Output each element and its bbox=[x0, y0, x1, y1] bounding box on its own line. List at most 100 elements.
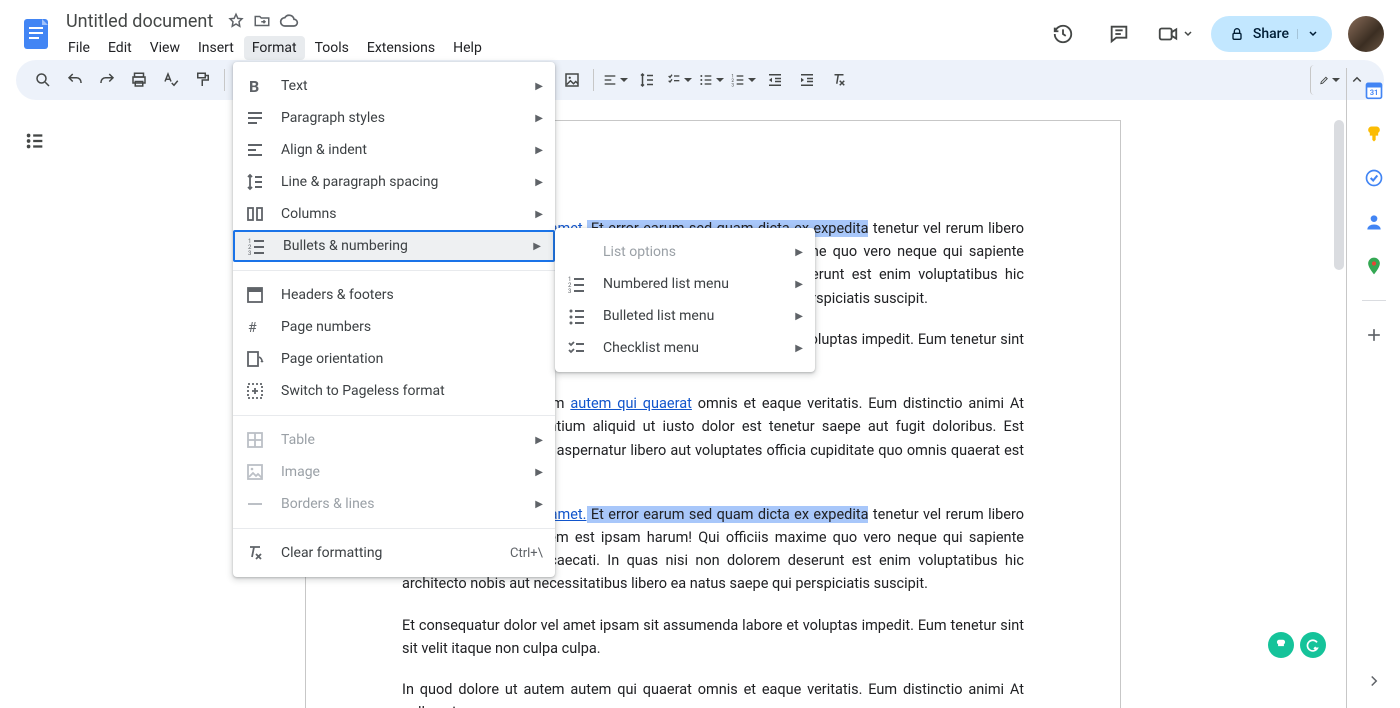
menu-item-text[interactable]: B Text ▶ bbox=[233, 70, 555, 102]
spellcheck-icon[interactable] bbox=[156, 65, 186, 95]
blank-icon bbox=[567, 242, 587, 262]
get-addons-icon[interactable] bbox=[1364, 325, 1384, 345]
menu-divider bbox=[233, 415, 555, 416]
submenu-item-checklist-menu[interactable]: Checklist menu ▶ bbox=[555, 332, 815, 364]
grammarly-badges bbox=[1268, 632, 1326, 658]
align-icon[interactable] bbox=[600, 65, 630, 95]
menu-label: Headers & footers bbox=[281, 287, 543, 303]
submenu-item-numbered-list-menu[interactable]: 123 Numbered list menu ▶ bbox=[555, 268, 815, 300]
account-avatar[interactable] bbox=[1348, 16, 1384, 52]
print-icon[interactable] bbox=[124, 65, 154, 95]
scrollbar-thumb[interactable] bbox=[1334, 120, 1344, 270]
menu-label: Paragraph styles bbox=[281, 110, 535, 126]
bold-icon: B bbox=[245, 76, 265, 96]
menu-tools[interactable]: Tools bbox=[307, 36, 357, 60]
submenu-arrow-icon: ▶ bbox=[795, 311, 803, 322]
numbered-list-icon[interactable]: 123 bbox=[728, 65, 758, 95]
search-menus-icon[interactable] bbox=[28, 65, 58, 95]
submenu-item-bulleted-list-menu[interactable]: Bulleted list menu ▶ bbox=[555, 300, 815, 332]
submenu-arrow-icon: ▶ bbox=[535, 81, 543, 92]
header-icon bbox=[245, 285, 265, 305]
menu-divider bbox=[233, 528, 555, 529]
menu-label: Borders & lines bbox=[281, 496, 535, 512]
grammarly-suggestion-icon[interactable] bbox=[1268, 632, 1294, 658]
submenu-arrow-icon: ▶ bbox=[535, 145, 543, 156]
para-icon bbox=[245, 108, 265, 128]
svg-text:31: 31 bbox=[1369, 88, 1378, 97]
tasks-icon[interactable] bbox=[1364, 168, 1384, 188]
menu-item-line-paragraph-spacing[interactable]: Line & paragraph spacing ▶ bbox=[233, 166, 555, 198]
clear-formatting-icon[interactable] bbox=[824, 65, 854, 95]
docs-logo[interactable] bbox=[16, 14, 56, 54]
star-icon[interactable] bbox=[227, 11, 245, 31]
hide-side-panel-icon[interactable] bbox=[1365, 672, 1383, 690]
increase-indent-icon[interactable] bbox=[792, 65, 822, 95]
keep-icon[interactable] bbox=[1364, 124, 1384, 144]
cloud-status-icon[interactable] bbox=[279, 11, 299, 31]
bulleted-list-icon[interactable] bbox=[696, 65, 726, 95]
undo-icon[interactable] bbox=[60, 65, 90, 95]
menu-view[interactable]: View bbox=[142, 36, 188, 60]
selected-text: Et error earum sed quam dicta ex expedit… bbox=[587, 506, 869, 523]
redo-icon[interactable] bbox=[92, 65, 122, 95]
share-label: Share bbox=[1253, 26, 1289, 42]
decrease-indent-icon[interactable] bbox=[760, 65, 790, 95]
menu-item-page-orientation[interactable]: Page orientation bbox=[233, 343, 555, 375]
menu-label: Checklist menu bbox=[603, 340, 795, 356]
bullets-numbering-submenu: List options ▶123 Numbered list menu ▶ B… bbox=[555, 228, 815, 372]
paragraph[interactable]: Et consequatur dolor vel amet ipsam sit … bbox=[402, 614, 1024, 660]
paint-format-icon[interactable] bbox=[188, 65, 218, 95]
show-outline-icon[interactable] bbox=[24, 130, 46, 152]
menu-label: Table bbox=[281, 432, 535, 448]
menu-item-page-numbers[interactable]: # Page numbers bbox=[233, 311, 555, 343]
svg-text:3: 3 bbox=[568, 288, 571, 294]
menu-label: Clear formatting bbox=[281, 545, 510, 561]
hyperlink[interactable]: autem qui quaerat bbox=[570, 395, 692, 412]
move-icon[interactable] bbox=[253, 11, 271, 31]
editing-mode-icon[interactable] bbox=[1310, 65, 1340, 95]
clear-icon bbox=[245, 543, 265, 563]
menu-file[interactable]: File bbox=[60, 36, 98, 60]
submenu-arrow-icon: ▶ bbox=[535, 177, 543, 188]
menu-help[interactable]: Help bbox=[445, 36, 490, 60]
menu-item-paragraph-styles[interactable]: Paragraph styles ▶ bbox=[233, 102, 555, 134]
toolbar-separator bbox=[224, 69, 225, 91]
share-dropdown-icon[interactable] bbox=[1297, 29, 1318, 39]
history-icon[interactable] bbox=[1043, 14, 1083, 54]
title-icons bbox=[227, 11, 299, 31]
menu-item-bullets-numbering[interactable]: 123 Bullets & numbering ▶ bbox=[233, 230, 555, 262]
maps-icon[interactable] bbox=[1364, 256, 1384, 276]
menu-item-clear-formatting[interactable]: Clear formatting Ctrl+\ bbox=[233, 537, 555, 569]
menu-item-switch-to-pageless-format[interactable]: Switch to Pageless format bbox=[233, 375, 555, 407]
menu-item-columns[interactable]: Columns ▶ bbox=[233, 198, 555, 230]
submenu-arrow-icon: ▶ bbox=[535, 435, 543, 446]
calendar-icon[interactable]: 31 bbox=[1364, 80, 1384, 100]
menu-edit[interactable]: Edit bbox=[100, 36, 140, 60]
comments-icon[interactable] bbox=[1099, 14, 1139, 54]
line-spacing-icon[interactable] bbox=[632, 65, 662, 95]
svg-text:3: 3 bbox=[248, 250, 251, 256]
menu-item-align-indent[interactable]: Align & indent ▶ bbox=[233, 134, 555, 166]
toolbar: − + B I U A 123 bbox=[16, 60, 1384, 100]
svg-text:3: 3 bbox=[731, 83, 734, 88]
side-panel: 31 bbox=[1346, 68, 1400, 708]
grammarly-icon[interactable] bbox=[1300, 632, 1326, 658]
menu-label: Bulleted list menu bbox=[603, 308, 795, 324]
paragraph[interactable]: In quod dolore ut autem autem qui quaera… bbox=[402, 678, 1024, 708]
menu-label: Bullets & numbering bbox=[283, 238, 533, 254]
contacts-icon[interactable] bbox=[1364, 212, 1384, 232]
menu-extensions[interactable]: Extensions bbox=[359, 36, 443, 60]
document-title[interactable]: Untitled document bbox=[60, 9, 219, 34]
meet-button[interactable] bbox=[1155, 14, 1195, 54]
share-button[interactable]: Share bbox=[1211, 16, 1332, 52]
menu-item-headers-footers[interactable]: Headers & footers bbox=[233, 279, 555, 311]
checklist-icon[interactable] bbox=[664, 65, 694, 95]
menu-insert[interactable]: Insert bbox=[190, 36, 242, 60]
insert-image-icon[interactable] bbox=[557, 65, 587, 95]
menu-divider bbox=[233, 270, 555, 271]
menu-label: Switch to Pageless format bbox=[281, 383, 543, 399]
menu-format[interactable]: Format bbox=[244, 36, 305, 60]
bullets-icon: 123 bbox=[247, 236, 267, 256]
header-bar: Untitled document File Edit View Insert … bbox=[0, 0, 1400, 60]
pagenum-icon: # bbox=[245, 317, 265, 337]
